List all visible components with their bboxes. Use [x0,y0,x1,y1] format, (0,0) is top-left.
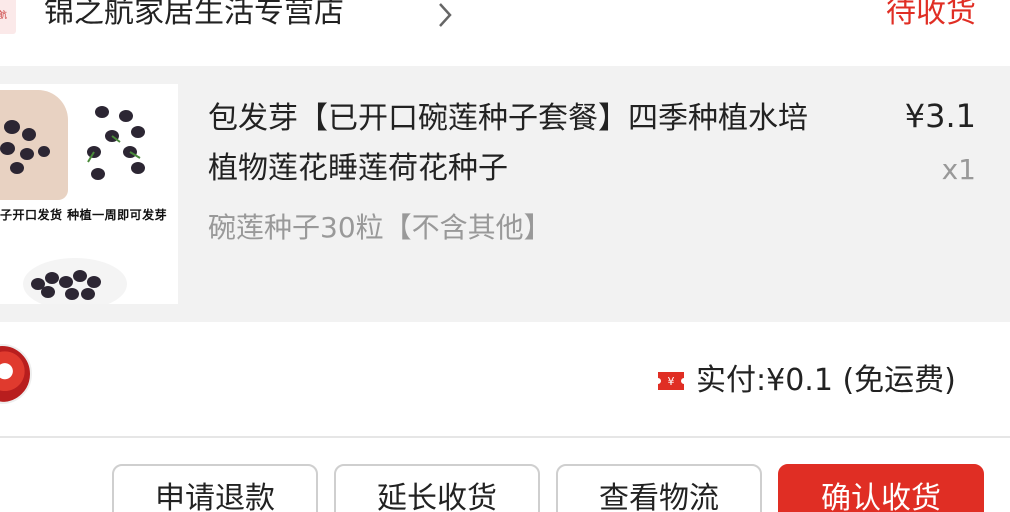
extend-receipt-button[interactable]: 延长收货 [334,464,540,512]
order-summary: ¥ 实付:¥0.1 (免运费) [0,322,1010,438]
shop-header[interactable]: 航 锦之航家居生活专营店 待收货 [0,0,1010,64]
shop-logo-text: 航 [0,11,8,21]
sprouting-seeds-image [87,106,145,180]
coupon-icon: ¥ [658,372,684,390]
hand-with-seeds-image [0,90,68,200]
order-status: 待收货 [886,0,976,30]
product-price: ¥3.1 [904,97,976,135]
shop-logo: 航 [0,0,16,34]
confirm-receipt-button[interactable]: 确认收货 [778,464,984,512]
chevron-right-icon[interactable] [434,0,456,30]
product-card[interactable]: 子开口发货 种植一周即可发芽 包发芽【已开口碗莲种子套餐】四季种植水培植物莲花睡… [0,66,1010,322]
product-spec: 碗莲种子30粒【不含其他】 [208,211,552,244]
view-logistics-button[interactable]: 查看物流 [556,464,762,512]
order-item-page: 航 锦之航家居生活专营店 待收货 子开口发货 种植一周即可发芽 包发芽【已开口碗… [0,0,1010,512]
svg-text:¥: ¥ [668,375,675,388]
product-title[interactable]: 包发芽【已开口碗莲种子套餐】四季种植水培植物莲花睡莲荷花种子 [208,94,808,194]
refund-button[interactable]: 申请退款 [112,464,318,512]
seeds-pile-image [23,258,127,304]
paid-amount: 实付:¥0.1 (免运费) [696,363,956,398]
divider [0,436,1010,438]
thumbnail-caption: 子开口发货 种植一周即可发芽 [0,208,168,222]
shop-name[interactable]: 锦之航家居生活专营店 [44,0,344,38]
avatar[interactable] [0,344,32,404]
product-quantity: x1 [941,153,976,186]
product-thumbnail[interactable]: 子开口发货 种植一周即可发芽 [0,84,178,304]
